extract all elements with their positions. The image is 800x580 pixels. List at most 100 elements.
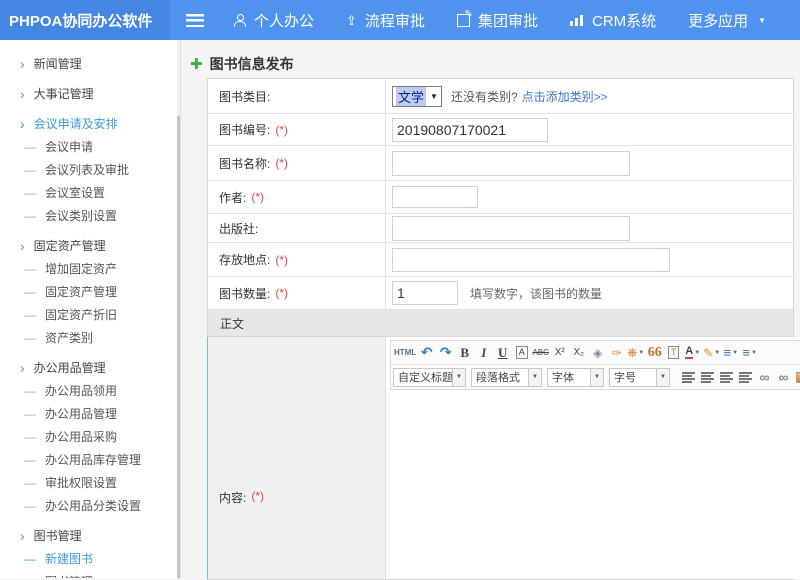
sidebar-item[interactable]: › — 会议类别设置 [0,204,180,227]
undo-icon[interactable]: ↶ ▼ [418,344,435,362]
unlink-icon[interactable]: ∞ ▼ [775,368,792,386]
align-center-icon[interactable]: ▼ [699,368,716,386]
underline-icon[interactable]: U ▼ [494,344,511,362]
html-source-icon[interactable]: HTML ▼ [394,344,416,362]
sidebar-item[interactable]: › — 办公用品采购 [0,425,180,448]
nav-label: CRM系统 [592,10,656,31]
location-input[interactable] [392,248,670,272]
sidebar-item[interactable]: › — 会议申请及安排 [0,112,180,135]
field-value [386,146,793,180]
format-clear-icon[interactable]: ✑ ▼ [608,344,625,362]
field-value [386,243,793,276]
sidebar-item[interactable]: › — 会议申请 [0,135,180,158]
nav-item-group-approval[interactable]: ✎ 集团审批 [457,10,538,31]
toolbar-select-label: 字号 [610,369,656,385]
sidebar-item[interactable]: › — 新建图书 [0,547,180,570]
sidebar-item-label: 办公用品采购 [45,428,117,445]
nav-item-process-approval[interactable]: ⇪ 流程审批 [346,10,425,31]
chevron-right-icon: › [20,56,25,72]
quantity-input[interactable] [392,281,458,305]
font-border-icon[interactable]: A ▼ [513,344,530,362]
editor-content-area[interactable] [390,390,800,579]
strikethrough-icon[interactable]: ABC ▼ [532,344,549,362]
redo-icon[interactable]: ↷ ▼ [437,344,454,362]
field-value: 填写数字，该图书的数量 [386,277,793,309]
dash-icon: — [24,476,36,490]
nav-item-more-apps[interactable]: 更多应用 ▼ [688,10,766,31]
italic-icon[interactable]: I ▼ [475,344,492,362]
editor-toolbar: HTML ▼ ↶ ▼ ↷ ▼ B ▼ [390,340,800,390]
process-icon: ⇪ [346,14,357,27]
sidebar-menu: › — 新闻管理 › — 大事记管理 › — 会议申请及安排 › — 会议申请 … [0,40,181,578]
sidebar-item[interactable]: › — 增加固定资产 [0,257,180,280]
form-row-content: 内容: (*) HTML ▼ ↶ ▼ ↷ [207,337,793,579]
align-justify-icon[interactable]: ▼ [737,368,754,386]
dash-icon: — [24,186,36,200]
custom-title-select[interactable]: 自定义标题 ▼ [393,368,466,387]
nav-item-personal-office[interactable]: 个人办公 [234,10,314,31]
unordered-list-icon[interactable]: ≡ ▼ [741,344,758,362]
field-label-text: 出版社: [219,220,258,237]
sidebar-item[interactable]: › — 办公用品库存管理 [0,448,180,471]
field-label-text: 作者: [219,189,246,206]
book-code-input[interactable] [392,118,548,142]
field-label: 图书编号: (*) [208,114,386,145]
align-right-icon[interactable]: ▼ [718,368,735,386]
toolbar-icon-glyph: ◈ [593,346,602,360]
toolbar-icon-glyph [739,372,752,383]
field-value [386,181,793,213]
sidebar-item[interactable]: › — 办公用品分类设置 [0,494,180,517]
align-left-icon[interactable]: ▼ [680,368,697,386]
nav-item-crm-system[interactable]: CRM系统 [570,10,656,31]
sidebar-item[interactable]: › — 大事记管理 [0,82,180,105]
blockquote-icon[interactable]: 66 ▼ [646,344,663,362]
paste-text-icon[interactable]: T ▼ [665,344,682,362]
eraser-icon[interactable]: ◈ ▼ [589,344,606,362]
paragraph-format-select[interactable]: 段落格式 ▼ [471,368,542,387]
book-name-input[interactable] [392,151,630,176]
highlight-color-icon[interactable]: ✎ ▼ [703,344,720,362]
link-icon[interactable]: ∞ ▼ [756,368,773,386]
sidebar-item[interactable]: › — 办公用品管理 [0,356,180,379]
sidebar-item[interactable]: › — 审批权限设置 [0,471,180,494]
sidebar-item[interactable]: › — 固定资产管理 [0,280,180,303]
sidebar-item-label: 会议申请 [45,138,93,155]
category-select[interactable]: 文学 ▼ [392,86,442,107]
ordered-list-icon[interactable]: ≡ ▼ [722,344,739,362]
caret-down-icon: ▼ [732,350,738,356]
sidebar-item[interactable]: › — 办公用品领用 [0,379,180,402]
sidebar-item[interactable]: › — 固定资产折旧 [0,303,180,326]
bold-icon[interactable]: B ▼ [456,344,473,362]
font-size-select[interactable]: 字号 ▼ [609,368,670,387]
sidebar-item[interactable]: › — 新闻管理 [0,52,180,75]
author-input[interactable] [392,186,478,208]
subscript-icon[interactable]: X₂ ▼ [570,344,587,362]
dash-icon: — [24,140,36,154]
sidebar-item[interactable]: › — 资产类别 [0,326,180,349]
dash-icon: — [24,163,36,177]
sidebar-item-label: 办公用品分类设置 [45,497,141,514]
sidebar-scrollbar-thumb[interactable] [177,116,180,578]
field-label: 图书数量: (*) [208,277,386,309]
dash-icon: — [24,453,36,467]
image-icon[interactable]: ▼ [794,368,800,386]
format-painter-icon[interactable]: ❋ ▼ [627,344,644,362]
sidebar-item[interactable]: › — 图书管理 [0,524,180,547]
font-color-icon[interactable]: A ▼ [684,344,701,362]
sidebar-item[interactable]: › — 会议列表及审批 [0,158,180,181]
caret-down-icon: ▼ [528,369,541,386]
sidebar-item[interactable]: › — 图书管理 [0,570,180,578]
sidebar-item-label: 审批权限设置 [45,474,117,491]
font-family-select[interactable]: 字体 ▼ [547,368,604,387]
toolbar-icon-glyph: B [460,345,469,361]
sidebar-item[interactable]: › — 办公用品管理 [0,402,180,425]
toolbar-select-label: 字体 [548,369,590,385]
hamburger-menu-icon[interactable] [186,14,204,27]
superscript-icon[interactable]: X² ▼ [551,344,568,362]
add-category-link[interactable]: 点击添加类别>> [522,88,608,105]
publisher-input[interactable] [392,216,630,241]
sidebar-item[interactable]: › — 固定资产管理 [0,234,180,257]
field-label: 出版社: [208,214,386,242]
sidebar-item[interactable]: › — 会议室设置 [0,181,180,204]
dash-icon: — [24,285,36,299]
